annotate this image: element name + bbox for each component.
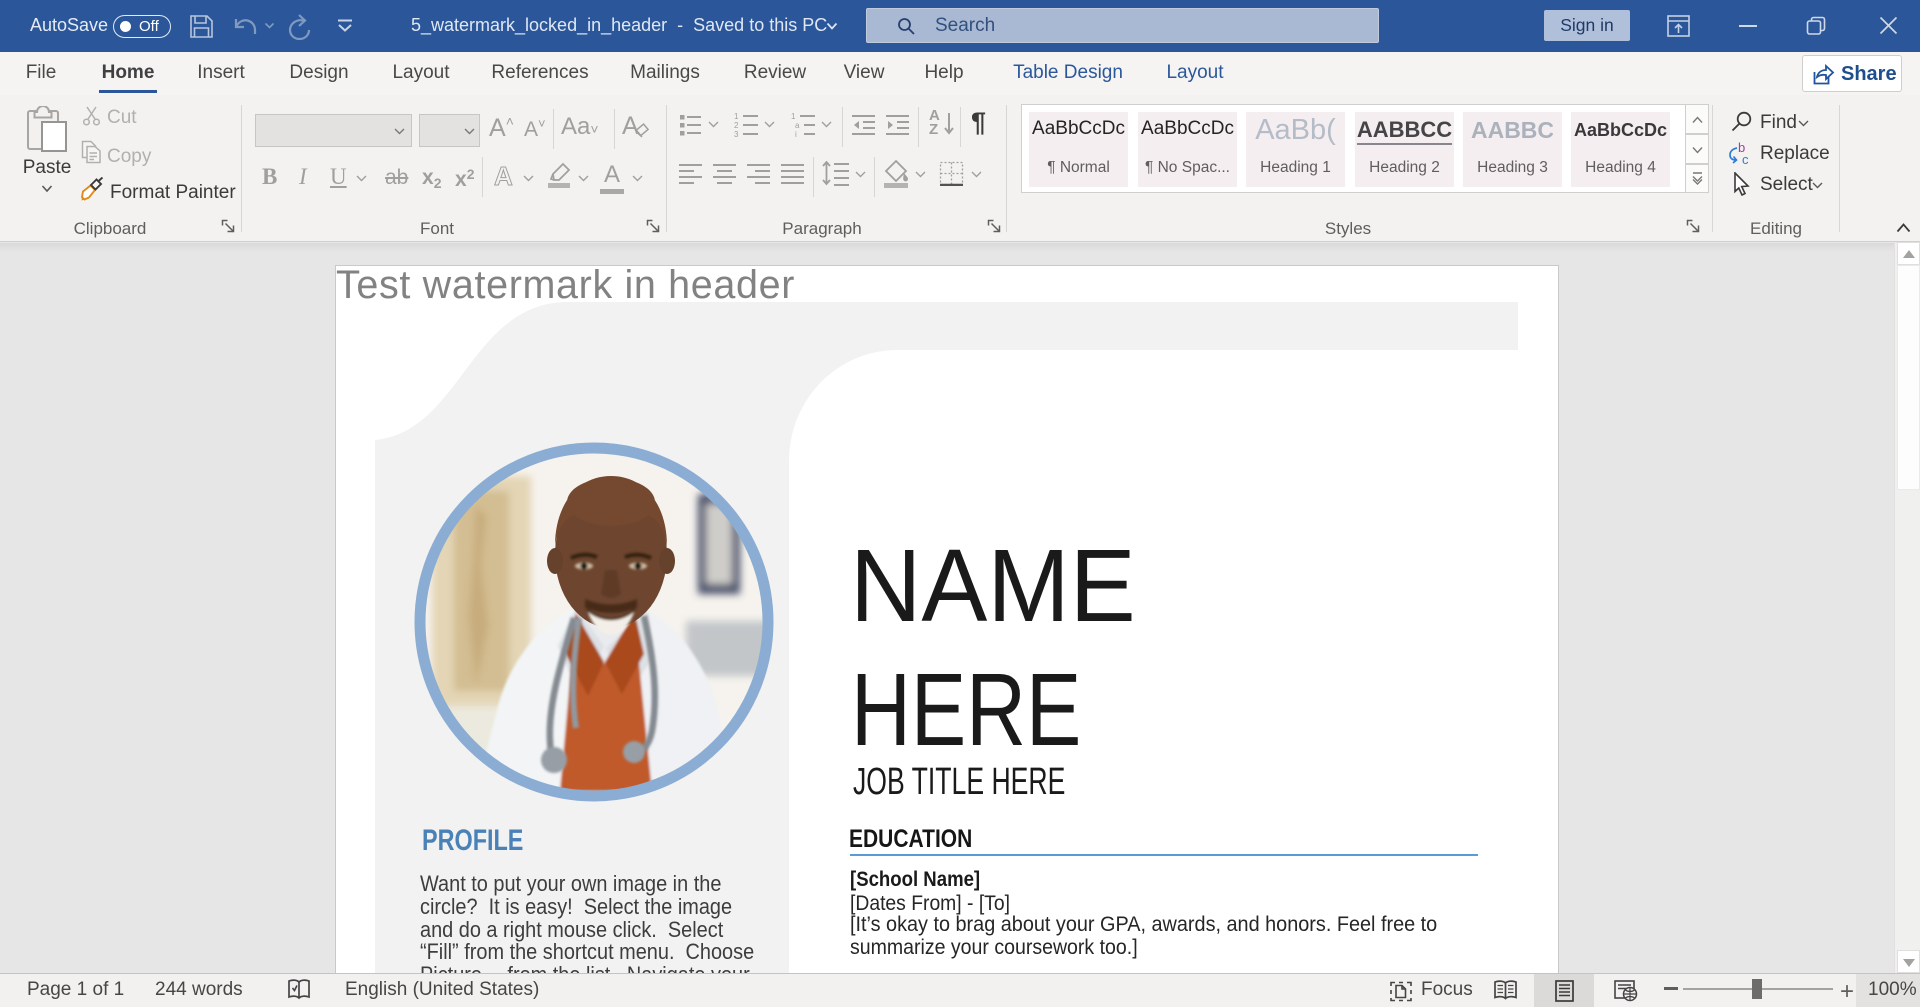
svg-text:3: 3 xyxy=(734,130,739,138)
svg-text:i: i xyxy=(795,130,797,138)
svg-text:a: a xyxy=(795,121,800,130)
svg-text:1: 1 xyxy=(791,112,796,121)
svg-text:c: c xyxy=(1742,152,1749,166)
svg-text:1: 1 xyxy=(734,112,739,121)
svg-text:2: 2 xyxy=(734,121,739,130)
